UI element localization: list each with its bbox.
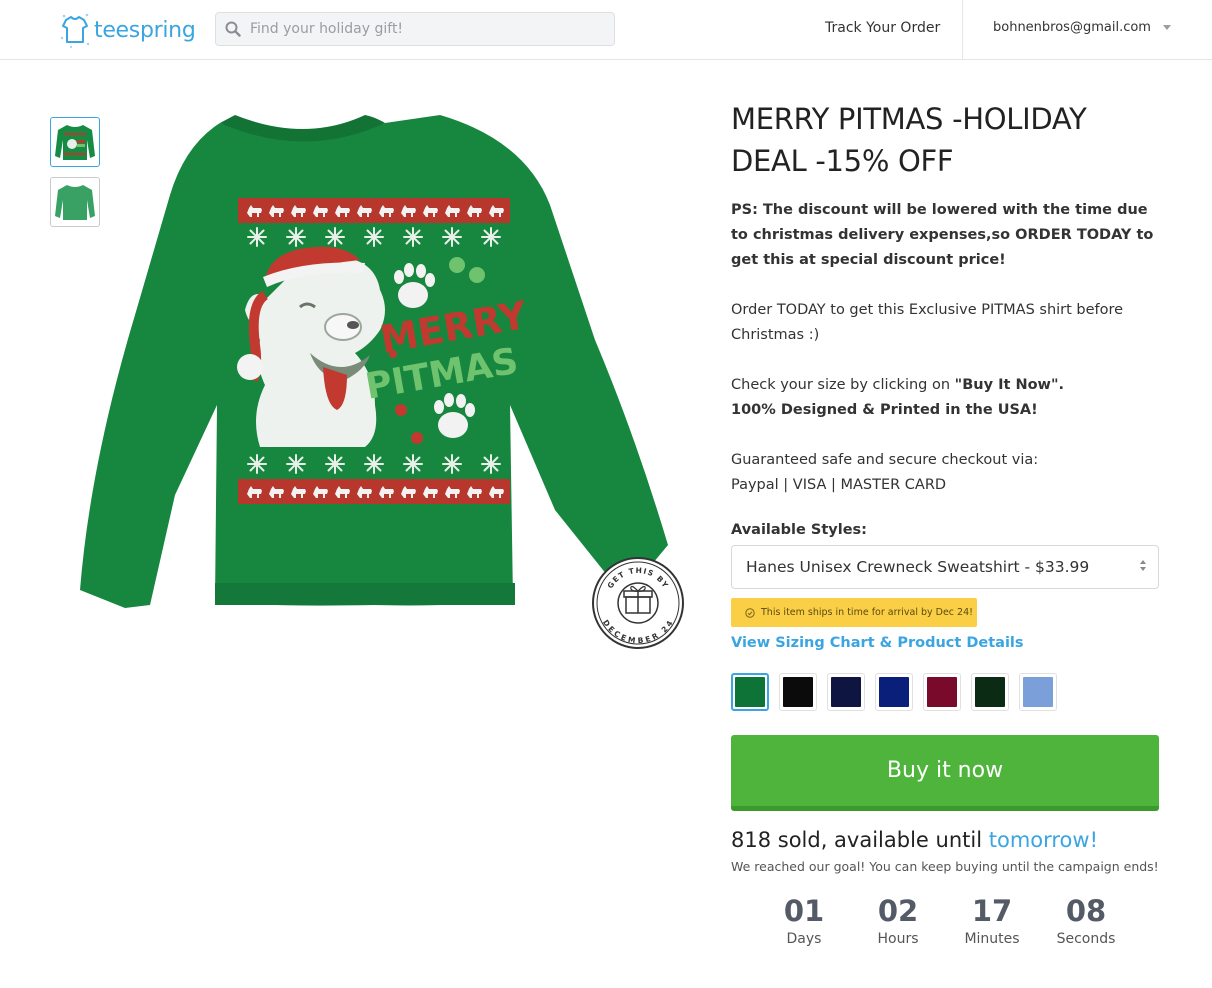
color-swatch[interactable] [827,673,865,711]
size-check-text: Check your size by clicking on [731,377,955,393]
product-image: MERRY PITMAS GET THIS BY DECEMBER 24 [75,105,685,655]
color-swatch-fill [927,677,957,707]
teespring-logo[interactable]: teespring [60,10,196,50]
countdown-label: Seconds [1056,931,1116,947]
goal-reached-text: We reached our goal! You can keep buying… [731,859,1159,874]
countdown-value: 08 [1065,894,1107,928]
countdown-unit: 02 Hours [853,893,943,947]
color-swatch[interactable] [731,673,769,711]
buy-it-now-quote: "Buy It Now". [954,377,1065,393]
search-input[interactable] [250,21,600,37]
product-description: PS: The discount will be lowered with th… [731,198,1161,498]
discount-note: PS: The discount will be lowered with th… [731,202,1154,268]
countdown-label: Minutes [964,931,1020,947]
payment-methods-text: Paypal | VISA | MASTER CARD [731,477,947,493]
color-swatch[interactable] [779,673,817,711]
color-swatch[interactable] [923,673,961,711]
get-this-by-stamp: GET THIS BY DECEMBER 24 [592,557,684,649]
ship-by-badge: This item ships in time for arrival by D… [731,598,977,627]
search-box [215,12,615,46]
track-order-link[interactable]: Track Your Order [825,20,940,36]
style-select[interactable]: Hanes Unisex Crewneck Sweatshirt - $33.9… [731,545,1159,589]
countdown-value: 17 [971,894,1013,928]
available-styles-label: Available Styles: [731,522,867,538]
color-swatch-fill [1023,677,1053,707]
logo-text: teespring [94,17,196,43]
sizing-chart-link[interactable]: View Sizing Chart & Product Details [731,635,1024,651]
countdown-unit: 17 Minutes [947,893,1037,947]
style-select-value: Hanes Unisex Crewneck Sweatshirt - $33.9… [746,558,1090,576]
countdown-label: Days [786,931,822,947]
search-icon [216,21,250,37]
buy-it-now-button[interactable]: Buy it now [731,735,1159,811]
countdown-value: 01 [783,894,825,928]
sold-count-text: 818 sold, available until [731,828,989,852]
header-divider [962,0,963,60]
shirt-logo-icon [60,13,90,48]
countdown-value: 02 [877,894,919,928]
account-menu[interactable]: bohnenbros@gmail.com [993,20,1171,35]
countdown-unit: 01 Days [759,893,849,947]
countdown-unit: 08 Seconds [1041,893,1131,947]
color-swatch[interactable] [971,673,1009,711]
ship-by-text: This item ships in time for arrival by D… [761,607,973,618]
product-title: MERRY PITMAS -HOLIDAY DEAL -15% OFF [731,102,1087,178]
color-swatch[interactable] [875,673,913,711]
color-swatch[interactable] [1019,673,1057,711]
check-circle-icon [745,607,755,618]
available-until-text: tomorrow! [988,828,1098,852]
color-swatch-fill [831,677,861,707]
color-swatch-fill [975,677,1005,707]
color-swatch-fill [879,677,909,707]
color-swatch-fill [735,677,765,707]
header: teespring Track Your Order bohnenbros@gm… [0,0,1212,60]
made-in-usa-text: 100% Designed & Printed in the USA! [731,402,1038,418]
chevron-down-icon [1162,25,1171,30]
select-arrows-icon [1140,560,1146,571]
countdown-label: Hours [877,931,919,947]
color-swatch-fill [783,677,813,707]
sold-status: 818 sold, available until tomorrow! [731,828,1098,852]
account-email: bohnenbros@gmail.com [993,20,1151,35]
sweatshirt-image: MERRY PITMAS GET THIS BY DECEMBER 24 [80,115,684,649]
product-details: MERRY PITMAS -HOLIDAY DEAL -15% OFF PS: … [731,98,1161,523]
order-today-text: Order TODAY to get this Exclusive PITMAS… [731,302,1124,343]
checkout-text: Guaranteed safe and secure checkout via: [731,452,1039,468]
